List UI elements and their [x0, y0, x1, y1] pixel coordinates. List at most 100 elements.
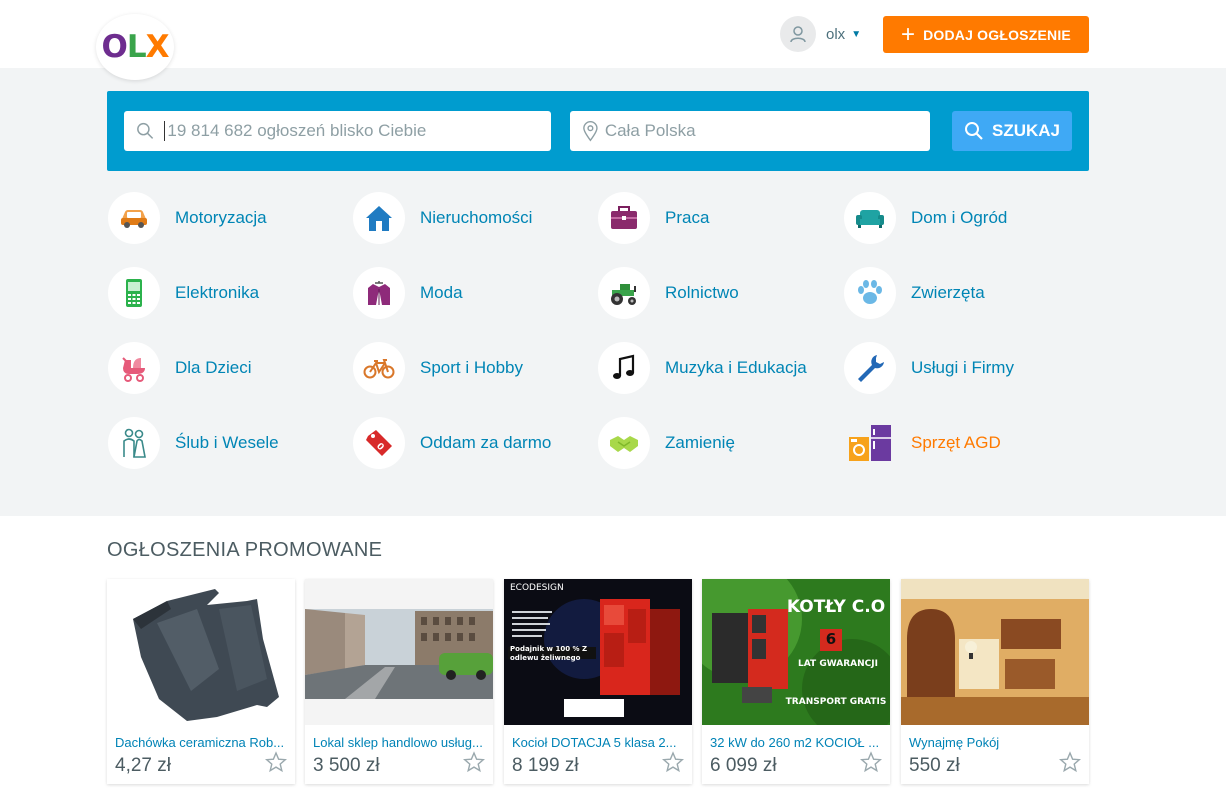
category-label: Zamienię	[665, 433, 735, 452]
listing-image[interactable]	[107, 579, 295, 725]
search-icon	[137, 122, 154, 139]
tractor-icon	[598, 267, 650, 319]
listing-price: 3 500 zł	[313, 755, 380, 776]
chevron-down-icon[interactable]: ▼	[851, 29, 861, 40]
search-button-label: SZUKAJ	[991, 121, 1060, 140]
briefcase-icon	[598, 192, 650, 244]
category-label: Moda	[420, 283, 463, 302]
sofa-icon	[844, 192, 896, 244]
category-label: Praca	[665, 208, 710, 227]
query-field[interactable]	[124, 111, 551, 151]
price-tag-icon: 0	[353, 417, 405, 469]
image-text-gwarancja: LAT GWARANCJI	[798, 659, 878, 669]
wedding-couple-icon	[108, 417, 160, 469]
promoted-card[interactable]: KOTŁY C.O 6 LAT GWARANCJI TRANSPORT GRAT…	[702, 579, 890, 784]
category-sport-i-hobby[interactable]: Sport i Hobby	[353, 342, 523, 394]
category-sprzet-agd[interactable]: Sprzęt AGD	[844, 417, 1001, 469]
category-label: Elektronika	[175, 283, 260, 302]
category-label: Ślub i Wesele	[175, 433, 279, 452]
listing-title[interactable]: Wynajmę Pokój	[909, 735, 1083, 750]
category-dom-i-ogrod[interactable]: Dom i Ogród	[844, 192, 1007, 244]
category-nieruchomosci[interactable]: Nieruchomości	[353, 192, 532, 244]
category-motoryzacja[interactable]: Motoryzacja	[108, 192, 267, 244]
olx-logo[interactable]: OLX	[96, 14, 174, 80]
star-icon[interactable]	[265, 751, 287, 773]
phone-icon	[108, 267, 160, 319]
category-label: Dom i Ogród	[911, 208, 1008, 227]
search-icon	[964, 122, 983, 140]
image-text-promo: Podajnik w 100 % Z odlewu żeliwnego	[510, 645, 588, 662]
search-bar: SZUKAJ	[107, 91, 1089, 171]
listing-title[interactable]: 32 kW do 260 m2 KOCIOŁ ...	[710, 735, 884, 750]
star-icon[interactable]	[1059, 751, 1081, 773]
category-label: Rolnictwo	[665, 283, 739, 302]
category-label: Muzyka i Edukacja	[665, 358, 807, 377]
star-icon[interactable]	[860, 751, 882, 773]
category-label: Dla Dzieci	[175, 358, 252, 377]
category-oddam-za-darmo[interactable]: 0 Oddam za darmo	[353, 417, 551, 469]
promoted-heading: OGŁOSZENIA PROMOWANE	[107, 539, 383, 561]
listing-price: 4,27 zł	[115, 755, 171, 776]
add-listing-button[interactable]: + DODAJ OGŁOSZENIE	[883, 16, 1089, 53]
listing-title[interactable]: Dachówka ceramiczna Rob...	[115, 735, 289, 750]
category-zamienie[interactable]: Zamienię	[598, 417, 735, 469]
search-input[interactable]	[167, 121, 551, 141]
listing-image[interactable]	[901, 579, 1089, 725]
promoted-card[interactable]: Wynajmę Pokój 550 zł	[901, 579, 1089, 784]
wrench-icon	[844, 342, 896, 394]
car-icon	[108, 192, 160, 244]
listing-image[interactable]	[305, 579, 493, 725]
image-text-years: 6	[825, 630, 837, 648]
logo-text: OLX	[101, 29, 169, 65]
user-name[interactable]: olx	[826, 26, 845, 43]
image-text-kotly: KOTŁY C.O	[786, 597, 886, 617]
category-label: Sprzęt AGD	[911, 433, 1001, 452]
category-label: Oddam za darmo	[420, 433, 552, 452]
handshake-icon	[598, 417, 650, 469]
listing-price: 550 zł	[909, 755, 960, 776]
appliances-icon	[844, 417, 896, 469]
music-note-icon	[598, 342, 650, 394]
promoted-card[interactable]: Lokal sklep handlowo usług... 3 500 zł	[305, 579, 493, 784]
image-text-transport: TRANSPORT GRATIS	[785, 697, 887, 707]
category-zwierzeta[interactable]: Zwierzęta	[844, 267, 985, 319]
text-caret	[164, 121, 166, 141]
category-muzyka-i-edukacja[interactable]: Muzyka i Edukacja	[598, 342, 807, 394]
main-search-section: SZUKAJ Motoryzacja Nieruchomości Praca D…	[0, 68, 1226, 516]
location-field[interactable]	[570, 111, 930, 151]
category-elektronika[interactable]: Elektronika	[108, 267, 259, 319]
category-dla-dzieci[interactable]: Dla Dzieci	[108, 342, 252, 394]
category-slub-i-wesele[interactable]: Ślub i Wesele	[108, 417, 279, 469]
user-avatar-icon[interactable]	[780, 16, 816, 52]
location-input[interactable]	[604, 121, 930, 141]
category-label: Sport i Hobby	[420, 358, 523, 377]
promoted-card[interactable]: ECODESIGN Podajnik w 100 % Z odlewu żeli…	[504, 579, 692, 784]
location-pin-icon	[583, 120, 598, 142]
listing-price: 6 099 zł	[710, 755, 777, 776]
add-listing-label: DODAJ OGŁOSZENIE	[923, 26, 1071, 43]
category-label: Motoryzacja	[175, 208, 267, 227]
category-rolnictwo[interactable]: Rolnictwo	[598, 267, 739, 319]
search-button[interactable]: SZUKAJ	[952, 111, 1072, 151]
listing-image[interactable]: KOTŁY C.O 6 LAT GWARANCJI TRANSPORT GRAT…	[702, 579, 890, 725]
listing-title[interactable]: Lokal sklep handlowo usług...	[313, 735, 487, 750]
bicycle-icon	[353, 342, 405, 394]
listing-price: 8 199 zł	[512, 755, 579, 776]
promoted-card[interactable]: Dachówka ceramiczna Rob... 4,27 zł	[107, 579, 295, 784]
category-moda[interactable]: Moda	[353, 267, 463, 319]
listing-image[interactable]: ECODESIGN Podajnik w 100 % Z odlewu żeli…	[504, 579, 692, 725]
listing-title[interactable]: Kocioł DOTACJA 5 klasa 2...	[512, 735, 686, 750]
category-uslugi-i-firmy[interactable]: Usługi i Firmy	[844, 342, 1014, 394]
category-label: Zwierzęta	[911, 283, 985, 302]
jacket-icon	[353, 267, 405, 319]
stroller-icon	[108, 342, 160, 394]
star-icon[interactable]	[662, 751, 684, 773]
plus-icon: +	[901, 20, 916, 48]
paw-icon	[844, 267, 896, 319]
user-menu[interactable]: olx ▼	[780, 16, 861, 52]
image-text-ecodesign: ECODESIGN	[510, 583, 564, 593]
house-icon	[353, 192, 405, 244]
category-praca[interactable]: Praca	[598, 192, 709, 244]
category-label: Nieruchomości	[420, 208, 533, 227]
star-icon[interactable]	[463, 751, 485, 773]
